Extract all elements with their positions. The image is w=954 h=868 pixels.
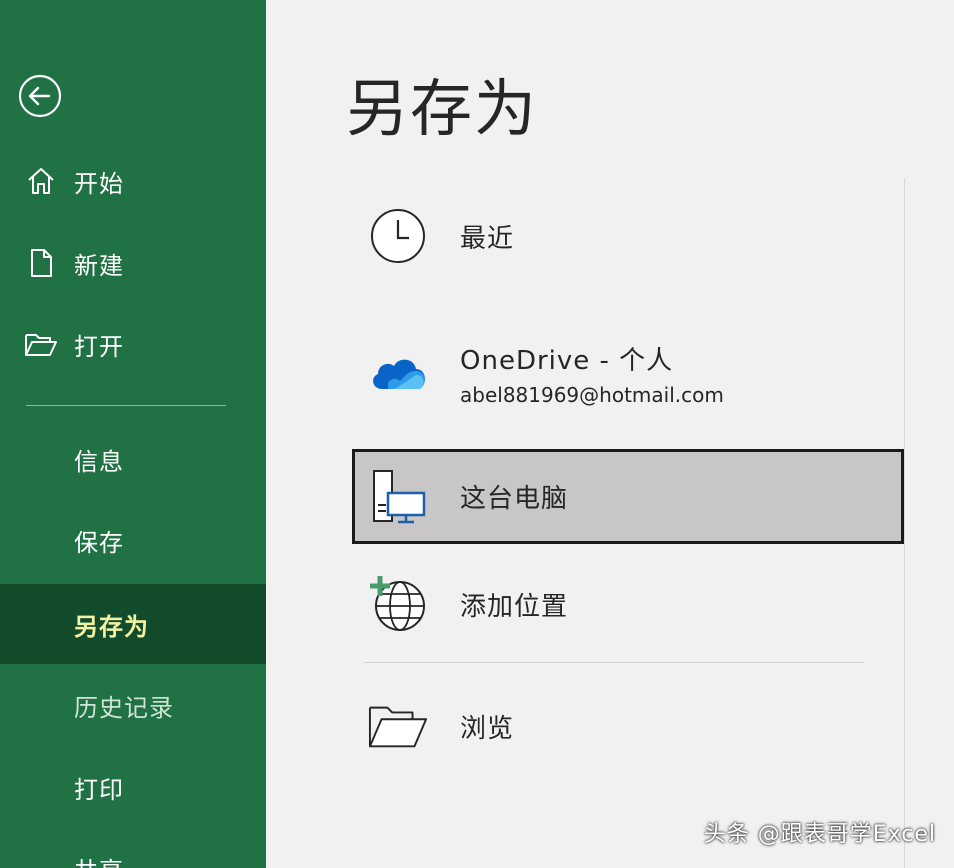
- sidebar-item-print[interactable]: 打印: [0, 757, 266, 817]
- this-pc-icon: [368, 467, 428, 527]
- save-as-panel: 另存为 最近 OneDrive - 个人 abel881969@hotmail.…: [266, 0, 954, 868]
- sidebar-item-new[interactable]: 新建: [0, 233, 266, 293]
- location-divider: [364, 662, 864, 663]
- clock-icon: [368, 206, 428, 266]
- sidebar-item-label: 开始: [74, 169, 124, 198]
- backstage-sidebar: 开始 新建 打开 信息 保存 另存为 历史记录 打印 共享: [0, 0, 266, 868]
- browse-folder-icon: [368, 696, 428, 756]
- sidebar-item-home[interactable]: 开始: [0, 151, 266, 211]
- location-this-pc[interactable]: 这台电脑: [352, 449, 904, 544]
- location-title: 这台电脑: [460, 484, 569, 514]
- location-onedrive[interactable]: OneDrive - 个人 abel881969@hotmail.com: [352, 330, 904, 416]
- new-file-icon: [24, 246, 58, 280]
- sidebar-item-label: 打开: [74, 332, 124, 361]
- location-add-place[interactable]: 添加位置: [352, 568, 904, 640]
- back-button[interactable]: [18, 74, 62, 118]
- location-title: 最近: [460, 223, 515, 254]
- sidebar-item-share[interactable]: 共享: [0, 838, 266, 868]
- page-title: 另存为: [346, 72, 539, 145]
- sidebar-item-label: 打印: [74, 775, 124, 804]
- back-arrow-icon: [18, 74, 62, 118]
- sidebar-item-label: 另存为: [74, 612, 149, 641]
- sidebar-item-save-as[interactable]: 另存为: [0, 584, 266, 664]
- sidebar-divider: [26, 405, 226, 406]
- location-title: 浏览: [460, 713, 515, 744]
- open-folder-icon: [24, 327, 58, 361]
- sidebar-item-label: 共享: [74, 851, 124, 868]
- location-recent[interactable]: 最近: [352, 200, 904, 272]
- sidebar-item-history[interactable]: 历史记录: [0, 675, 266, 735]
- sidebar-item-label: 保存: [74, 528, 124, 557]
- location-browse[interactable]: 浏览: [352, 690, 904, 762]
- add-location-globe-icon: [368, 574, 428, 634]
- onedrive-cloud-icon: [368, 343, 428, 403]
- watermark: 头条 @跟表哥学Excel: [703, 822, 936, 847]
- panel-separator: [904, 178, 905, 868]
- sidebar-item-save[interactable]: 保存: [0, 510, 266, 570]
- sidebar-item-label: 新建: [74, 251, 124, 280]
- location-title: OneDrive - 个人: [460, 345, 674, 376]
- location-title: 添加位置: [460, 591, 569, 622]
- sidebar-item-info[interactable]: 信息: [0, 429, 266, 489]
- sidebar-item-open[interactable]: 打开: [0, 314, 266, 374]
- home-icon: [24, 164, 58, 198]
- sidebar-item-label: 历史记录: [74, 693, 174, 722]
- sidebar-item-label: 信息: [74, 447, 124, 476]
- location-account-email: abel881969@hotmail.com: [460, 382, 724, 407]
